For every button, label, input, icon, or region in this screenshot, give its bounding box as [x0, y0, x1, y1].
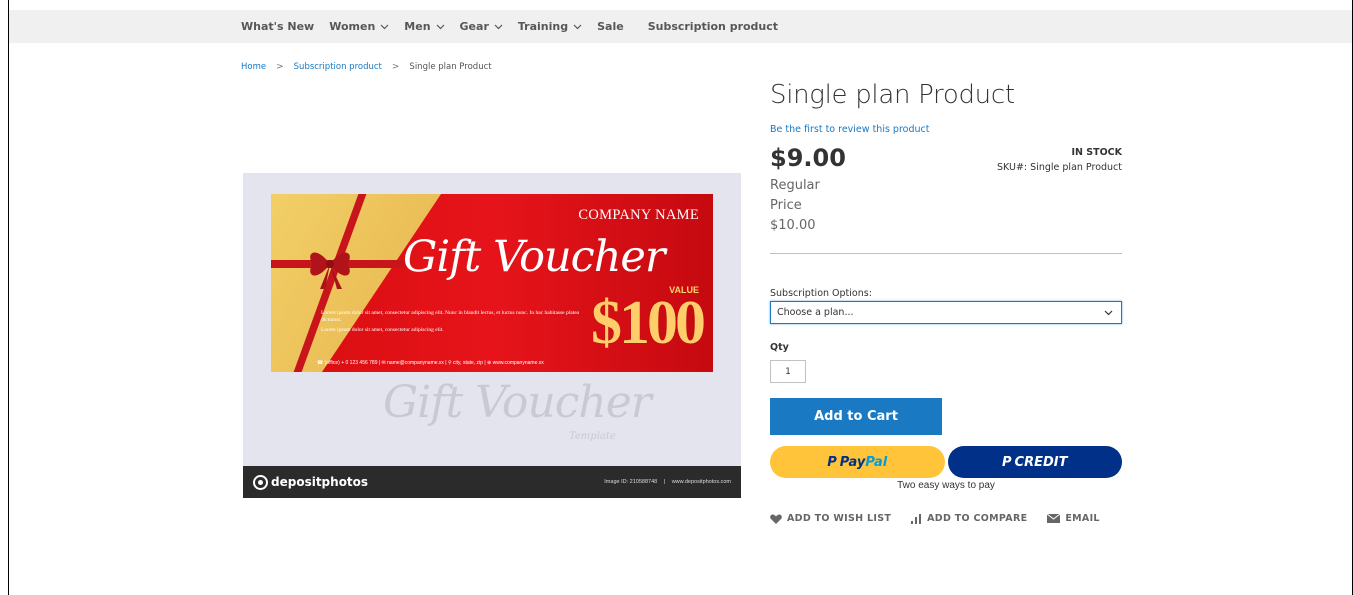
add-to-compare-link[interactable]: ADD TO COMPARE: [911, 513, 1027, 524]
voucher-amount: $100: [591, 289, 706, 357]
ribbon-bow-icon: [310, 252, 350, 289]
voucher-template-word: Template: [569, 431, 616, 442]
image-site: www.depositphotos.com: [671, 479, 731, 485]
compare-bars-icon: [911, 513, 922, 524]
nav-item-training[interactable]: Training: [518, 20, 582, 33]
regular-price-value: $10.00: [770, 218, 816, 233]
sku-label: SKU#:: [997, 162, 1028, 173]
voucher-ticket: COMPANY NAME Gift Voucher Lorem ipsum do…: [271, 194, 713, 372]
breadcrumb-separator: >: [391, 62, 400, 72]
nav-item-subscription-product[interactable]: Subscription product: [648, 20, 778, 33]
sku-value: Single plan Product: [1030, 162, 1122, 173]
subscription-plan-select[interactable]: Choose a plan...: [770, 301, 1122, 324]
subscription-selected-value: Choose a plan...: [777, 307, 854, 318]
voucher-title: Gift Voucher: [403, 232, 665, 282]
add-to-cart-button[interactable]: Add to Cart: [770, 398, 942, 435]
email-label: EMAIL: [1065, 513, 1100, 524]
qty-input[interactable]: 1: [770, 360, 806, 383]
nav-item-women[interactable]: Women: [329, 20, 389, 33]
sku: SKU#: Single plan Product: [997, 162, 1122, 173]
paypal-p-icon: P: [1002, 454, 1012, 470]
paypal-p-icon: P: [827, 454, 837, 470]
depositphotos-brand: depositphotos: [271, 475, 369, 489]
product-info: Single plan Product Be the first to revi…: [770, 80, 1122, 524]
nav-label: Gear: [459, 20, 489, 33]
nav-item-men[interactable]: Men: [404, 20, 444, 33]
review-link[interactable]: Be the first to review this product: [770, 124, 1122, 135]
nav-label: What's New: [241, 20, 315, 33]
nav-item-whats-new[interactable]: What's New: [241, 20, 314, 33]
image-id: Image ID: 210588748: [604, 479, 658, 485]
chevron-down-icon: [380, 24, 389, 29]
nav-label: Women: [329, 20, 376, 33]
paypal-buttons: P Pay Pal P CREDIT: [770, 446, 1122, 478]
main-navigation: What's New Women Men Gear Training Sale …: [9, 10, 1352, 43]
depositphotos-logo: depositphotos: [253, 474, 369, 490]
paypal-button[interactable]: P Pay Pal: [770, 446, 945, 478]
breadcrumb-separator: >: [276, 62, 284, 72]
voucher-contact: ☎ (office) + 0 123 456 789 | ✉ name@comp…: [317, 360, 544, 366]
qty-label: Qty: [770, 342, 789, 353]
stock-status: IN STOCK: [1071, 147, 1122, 158]
nav-label: Sale: [597, 20, 624, 33]
subscription-options-label: Subscription Options:: [770, 288, 872, 299]
breadcrumb-category-link[interactable]: Subscription product: [294, 62, 382, 72]
compare-label: ADD TO COMPARE: [927, 513, 1028, 524]
nav-label: Subscription product: [647, 20, 779, 33]
voucher-company-name: COMPANY NAME: [578, 207, 699, 223]
page-frame: What's New Women Men Gear Training Sale …: [8, 0, 1353, 595]
paypal-tagline: Two easy ways to pay: [897, 480, 995, 491]
add-to-wishlist-link[interactable]: ADD TO WISH LIST: [770, 513, 891, 524]
breadcrumb-current: Single plan Product: [409, 62, 492, 72]
paypal-word-2: Pal: [865, 454, 888, 470]
price-block: $9.00 Regular Price $10.00 IN STOCK SKU#…: [770, 144, 1122, 254]
paypal-credit-button[interactable]: P CREDIT: [947, 446, 1122, 478]
wishlist-label: ADD TO WISH LIST: [787, 513, 892, 524]
product-actions: ADD TO WISH LIST ADD TO COMPARE EMAIL: [770, 513, 1122, 524]
chevron-down-icon: [494, 24, 503, 29]
email-link[interactable]: EMAIL: [1047, 513, 1099, 524]
voucher-lorem-1: Lorem ipsum dolor sit amet, consectetur …: [321, 310, 580, 323]
nav-item-gear[interactable]: Gear: [460, 20, 503, 33]
paypal-word-1: Pay: [839, 454, 866, 470]
depositphotos-bar: depositphotos Image ID: 210588748 | www.…: [243, 466, 741, 498]
voucher-body-text: Lorem ipsum dolor sit amet, consectetur …: [321, 310, 581, 334]
nav-label: Training: [517, 20, 569, 33]
nav-label: Men: [404, 20, 431, 33]
product-main-image[interactable]: COMPANY NAME Gift Voucher Lorem ipsum do…: [243, 173, 741, 498]
breadcrumb: Home > Subscription product > Single pla…: [241, 62, 492, 72]
depositphotos-logo-icon: [253, 474, 268, 490]
stock-block: IN STOCK SKU#: Single plan Product: [997, 147, 1122, 173]
regular-price-label: Regular: [770, 178, 820, 193]
envelope-icon: [1047, 514, 1061, 523]
regular-price-label: Price: [770, 198, 802, 213]
breadcrumb-home-link[interactable]: Home: [241, 62, 266, 72]
heart-icon: [770, 513, 782, 524]
depositphotos-meta: Image ID: 210588748 | www.depositphotos.…: [604, 479, 731, 485]
product-title: Single plan Product: [770, 80, 1015, 110]
chevron-down-icon: [436, 24, 444, 29]
chevron-down-icon: [573, 24, 582, 29]
chevron-down-icon: [1104, 310, 1113, 315]
nav-item-sale[interactable]: Sale: [597, 20, 624, 33]
paypal-credit-label: CREDIT: [1014, 454, 1068, 470]
voucher-lorem-2: Lorem ipsum dolor sit amet, consectetur …: [321, 327, 444, 333]
voucher-ghost-title: Gift Voucher: [383, 377, 652, 428]
regular-price-block: Regular Price $10.00: [770, 176, 1122, 236]
